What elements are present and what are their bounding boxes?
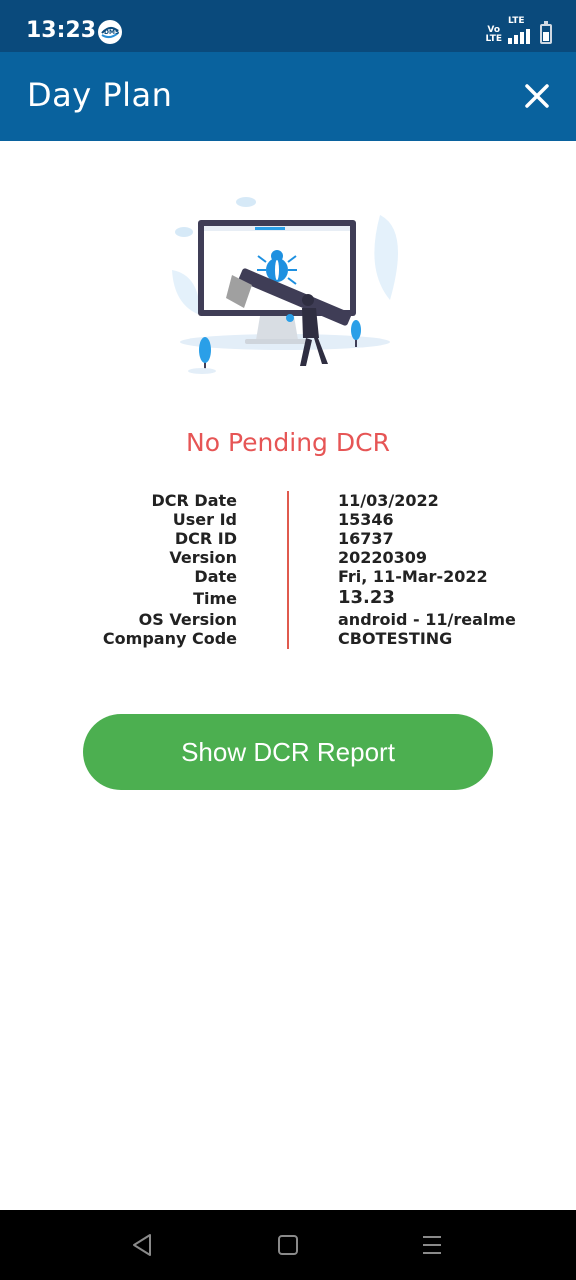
value-company-code: CBOTESTING <box>338 629 453 648</box>
volte-icon: Vo LTE <box>485 25 502 44</box>
label-dcr-id: DCR ID <box>174 529 237 548</box>
close-icon <box>525 84 549 108</box>
nav-back-button[interactable] <box>118 1222 166 1268</box>
nav-recents-button[interactable] <box>408 1222 456 1268</box>
dms-app-icon: DMS <box>98 20 122 44</box>
value-dcr-date: 11/03/2022 <box>338 491 439 510</box>
value-date: Fri, 11-Mar-2022 <box>338 567 488 586</box>
status-icons: Vo LTE LTE <box>485 17 552 44</box>
status-time: 13:23 <box>26 18 97 43</box>
label-version: Version <box>169 548 237 567</box>
show-dcr-report-button[interactable]: Show DCR Report <box>83 714 493 790</box>
value-dcr-id: 16737 <box>338 529 394 548</box>
no-pending-headline: No Pending DCR <box>186 428 390 457</box>
back-icon <box>133 1234 151 1256</box>
recents-icon <box>423 1236 441 1254</box>
value-version: 20220309 <box>338 548 428 567</box>
svg-text:DMS: DMS <box>104 29 119 36</box>
battery-icon <box>540 21 552 44</box>
page-title: Day Plan <box>27 76 173 114</box>
home-icon <box>278 1235 298 1255</box>
label-time: Time <box>193 589 237 608</box>
label-company-code: Company Code <box>102 629 237 648</box>
info-divider <box>287 491 289 649</box>
status-bar: 13:23 DMS Vo LTE LTE <box>0 0 576 52</box>
value-os-version: android - 11/realme <box>338 610 516 629</box>
close-button[interactable] <box>520 79 554 113</box>
value-time: 13.23 <box>338 587 395 608</box>
bug-fix-illustration <box>160 190 420 380</box>
label-date: Date <box>194 567 237 586</box>
value-user-id: 15346 <box>338 510 394 529</box>
signal-icon: LTE <box>508 17 530 44</box>
label-dcr-date: DCR Date <box>151 491 238 510</box>
label-os-version: OS Version <box>138 610 237 629</box>
label-user-id: User Id <box>172 510 237 529</box>
nav-home-button[interactable] <box>264 1222 312 1268</box>
